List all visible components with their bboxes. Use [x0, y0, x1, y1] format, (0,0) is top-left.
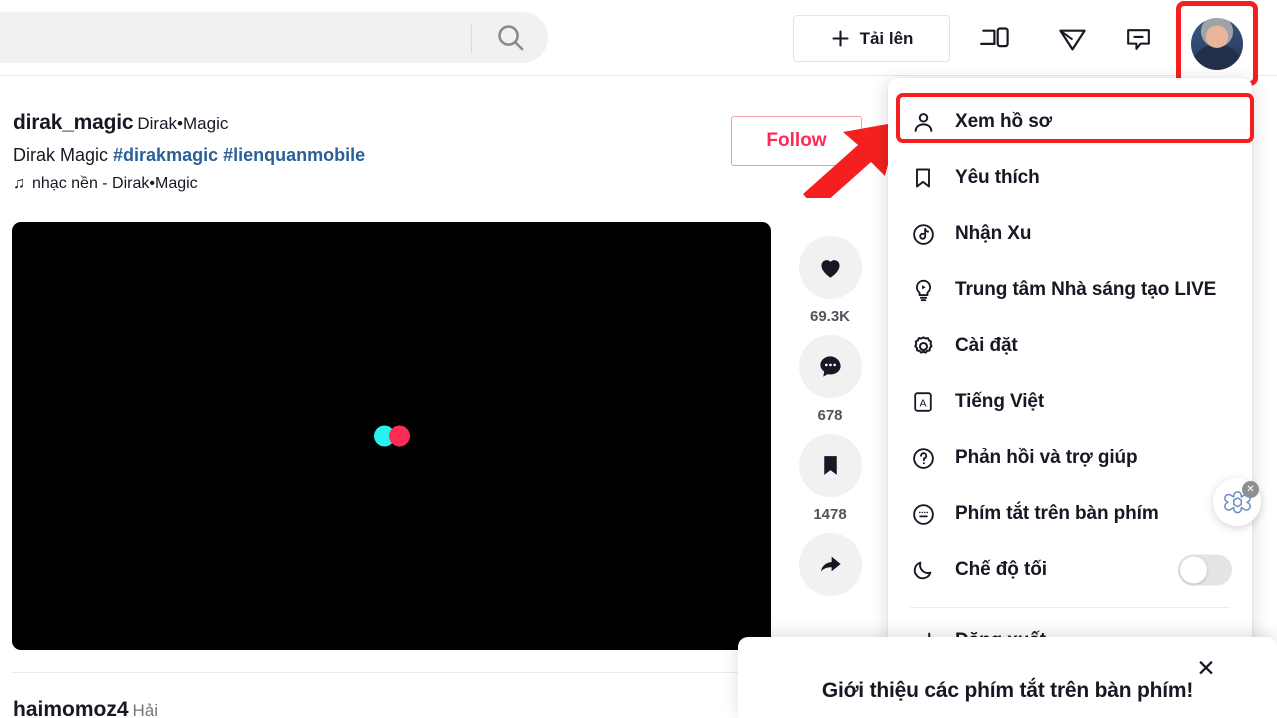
inbox-icon[interactable]	[1115, 16, 1161, 62]
next-post-nickname: Hải	[132, 701, 159, 718]
upload-label: Tải lên	[859, 28, 914, 48]
post-username[interactable]: dirak_magic	[13, 111, 134, 134]
profile-dropdown-menu: Xem hồ sơ Yêu thích Nhận Xu Trung tâm Nh…	[888, 78, 1252, 683]
post-header: dirak_magic Dirak•Magic Dirak Magic #dira…	[13, 111, 365, 193]
moon-icon	[910, 558, 936, 582]
share-button[interactable]	[798, 533, 862, 596]
menu-item-label: Xem hồ sơ	[955, 111, 1053, 132]
follow-label: Follow	[766, 130, 827, 151]
coin-note-icon	[910, 222, 936, 247]
loading-indicator	[373, 425, 410, 447]
toast-close-icon[interactable]: ✕	[1193, 655, 1219, 681]
next-post-username[interactable]: haimomoz4	[13, 698, 129, 718]
svg-text:A: A	[919, 397, 926, 409]
menu-item-label: Chế độ tối	[955, 559, 1047, 580]
comment-icon	[817, 353, 844, 380]
heart-icon	[817, 254, 844, 281]
plus-icon	[830, 28, 851, 49]
menu-item-keyboard-shortcuts[interactable]: Phím tắt trên bàn phím	[888, 486, 1252, 542]
menu-item-dark-mode[interactable]: Chế độ tối	[888, 542, 1252, 598]
menu-item-label: Yêu thích	[955, 167, 1040, 188]
bookmark-count: 1478	[813, 506, 847, 523]
like-button[interactable]	[798, 236, 862, 299]
top-header: Tải lên	[0, 0, 1277, 86]
keyboard-icon	[910, 502, 936, 527]
keyboard-shortcuts-toast: ✕ Giới thiệu các phím tắt trên bàn phím!	[738, 637, 1277, 718]
next-post-header: haimomoz4 Hải	[13, 698, 158, 718]
loader-red-dot	[388, 425, 410, 447]
profile-avatar-highlight	[1176, 1, 1258, 86]
get-app-icon[interactable]	[972, 16, 1018, 62]
follow-button[interactable]: Follow	[731, 116, 862, 166]
menu-item-live-creator-hub[interactable]: Trung tâm Nhà sáng tạo LIVE	[888, 262, 1252, 318]
dark-mode-toggle[interactable]	[1178, 554, 1232, 586]
menu-item-view-profile[interactable]: Xem hồ sơ	[888, 94, 1252, 150]
send-message-icon[interactable]	[1049, 16, 1095, 62]
menu-item-label: Nhận Xu	[955, 223, 1032, 244]
upload-button[interactable]: Tải lên	[793, 15, 950, 62]
comment-action: 678	[798, 335, 862, 424]
post-description-text: Dirak Magic	[13, 145, 114, 165]
toggle-knob	[1180, 556, 1207, 584]
menu-item-settings[interactable]: Cài đặt	[888, 318, 1252, 374]
post-description: Dirak Magic #dirakmagic #lienquanmobile	[13, 145, 365, 166]
music-label: nhạc nền - Dirak•Magic	[32, 175, 198, 193]
language-icon: A	[910, 390, 936, 414]
search-button[interactable]	[472, 12, 548, 63]
comment-count: 678	[817, 407, 843, 424]
post-music[interactable]: ♫ nhạc nền - Dirak•Magic	[13, 175, 365, 193]
profile-avatar[interactable]	[1191, 17, 1243, 70]
like-action: 69.3K	[798, 236, 862, 325]
menu-item-label: Phản hồi và trợ giúp	[955, 447, 1138, 468]
post-author-line: dirak_magic Dirak•Magic	[13, 111, 365, 135]
person-icon	[910, 110, 936, 135]
menu-item-feedback-help[interactable]: Phản hồi và trợ giúp	[888, 430, 1252, 486]
search-bar[interactable]	[0, 12, 548, 63]
menu-item-label: Trung tâm Nhà sáng tạo LIVE	[955, 279, 1217, 300]
like-count: 69.3K	[809, 308, 851, 325]
search-input[interactable]	[0, 12, 471, 63]
menu-item-label: Tiếng Việt	[955, 391, 1045, 412]
menu-item-label: Cài đặt	[955, 335, 1018, 356]
search-icon	[495, 22, 526, 53]
action-rail: 69.3K 678 1478	[798, 236, 862, 615]
menu-item-label: Phím tắt trên bàn phím	[955, 503, 1159, 524]
menu-item-language[interactable]: A Tiếng Việt	[888, 374, 1252, 430]
comment-button[interactable]	[798, 335, 862, 398]
question-circle-icon	[910, 446, 936, 471]
tiktok-page: Tải lên dirak_magic Dirak•Magic Dirak Mag	[0, 0, 1277, 718]
music-note-icon: ♫	[13, 175, 25, 193]
menu-item-get-coins[interactable]: Nhận Xu	[888, 206, 1252, 262]
menu-item-favorites[interactable]: Yêu thích	[888, 150, 1252, 206]
bookmark-outline-icon	[910, 166, 936, 190]
post-nickname: Dirak•Magic	[137, 114, 229, 133]
share-icon	[817, 551, 844, 578]
bookmark-icon	[818, 453, 843, 478]
live-bulb-icon	[910, 278, 936, 303]
toast-title: Giới thiệu các phím tắt trên bàn phím!	[821, 679, 1194, 702]
bookmark-button[interactable]	[798, 434, 862, 497]
bookmark-action: 1478	[798, 434, 862, 523]
post-divider	[12, 672, 772, 673]
video-player[interactable]	[12, 222, 771, 650]
hashtag-dirakmagic[interactable]: #dirakmagic	[113, 145, 218, 165]
menu-divider	[910, 607, 1230, 608]
hashtag-lienquanmobile[interactable]: #lienquanmobile	[223, 145, 365, 165]
openai-widget-close-icon[interactable]: ✕	[1242, 481, 1259, 498]
share-action	[798, 533, 862, 605]
gear-icon	[910, 334, 936, 359]
